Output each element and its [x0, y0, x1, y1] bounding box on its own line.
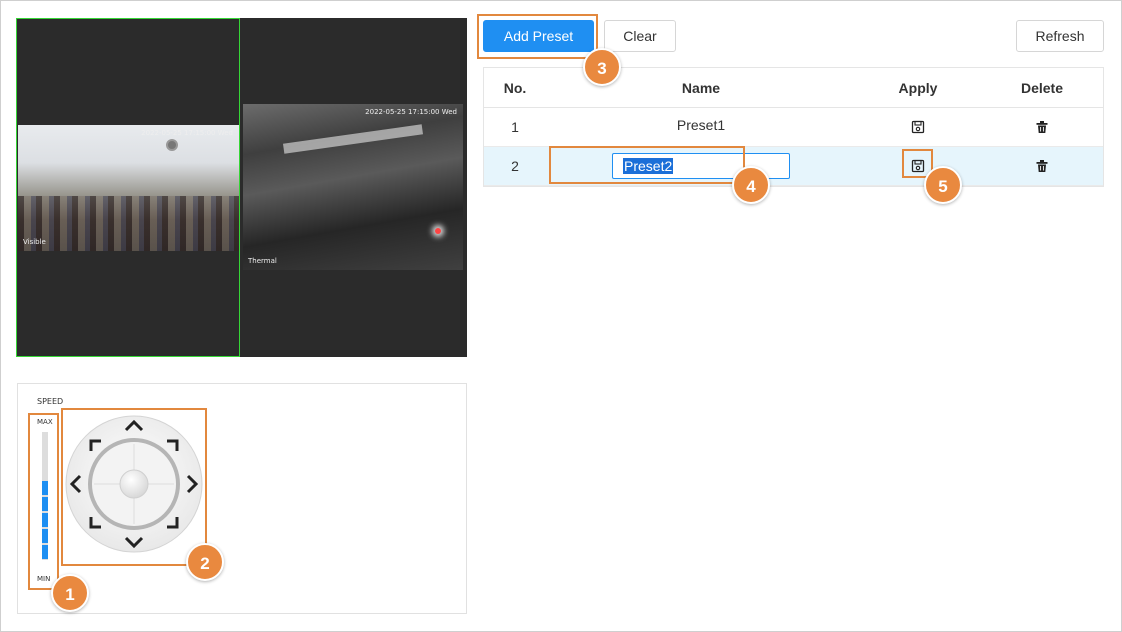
trash-icon[interactable]: [1035, 120, 1049, 134]
add-preset-highlight-box: [477, 14, 598, 59]
callout-2: 2: [186, 543, 224, 581]
table-header: No. Name Apply Delete: [484, 68, 1103, 108]
save-icon[interactable]: [911, 120, 925, 134]
header-delete: Delete: [1020, 79, 1064, 96]
thermal-camera-feed: 2022-05-25 17:15:00 Wed Thermal: [243, 104, 463, 270]
delete-cell: [980, 147, 1104, 185]
header-no: No.: [503, 79, 527, 96]
clear-button[interactable]: Clear: [604, 20, 676, 52]
pad-highlight-box: [61, 408, 207, 566]
callout-4: 4: [732, 166, 770, 204]
name-highlight-box: [549, 146, 745, 184]
callout-3: 3: [583, 48, 621, 86]
video-pane-visible[interactable]: 2022-05-25 17:15:00 Wed Visible: [16, 18, 240, 357]
video-area: 2022-05-25 17:15:00 Wed Visible 2022-05-…: [16, 18, 467, 357]
callout-1: 1: [51, 574, 89, 612]
thermal-tag: Thermal: [248, 257, 277, 265]
video-pane-thermal[interactable]: 2022-05-25 17:15:00 Wed Thermal: [240, 18, 467, 357]
apply-cell: [856, 108, 980, 146]
refresh-button[interactable]: Refresh: [1016, 20, 1104, 52]
visible-camera-feed: 2022-05-25 17:15:00 Wed Visible: [18, 125, 239, 251]
thermal-highlight: [282, 124, 424, 154]
thermal-timestamp: 2022-05-25 17:15:00 Wed: [365, 108, 457, 116]
header-apply: Apply: [898, 79, 938, 96]
speed-highlight-box: [28, 413, 59, 590]
row-number: 2: [511, 158, 519, 174]
row-number: 1: [511, 119, 519, 135]
speed-title: SPEED: [37, 397, 64, 406]
callout-5: 5: [924, 166, 962, 204]
office-scene: [18, 196, 239, 251]
visible-timestamp: 2022-05-25 17:15:00 Wed: [141, 129, 233, 137]
ceiling-lamp: [166, 139, 178, 151]
visible-tag: Visible: [23, 238, 46, 246]
trash-icon[interactable]: [1035, 159, 1049, 173]
table-row[interactable]: 1 Preset1: [484, 108, 1103, 147]
thermal-hotspot: [435, 228, 441, 234]
preset-name[interactable]: Preset1: [546, 108, 856, 146]
delete-cell: [980, 108, 1104, 146]
